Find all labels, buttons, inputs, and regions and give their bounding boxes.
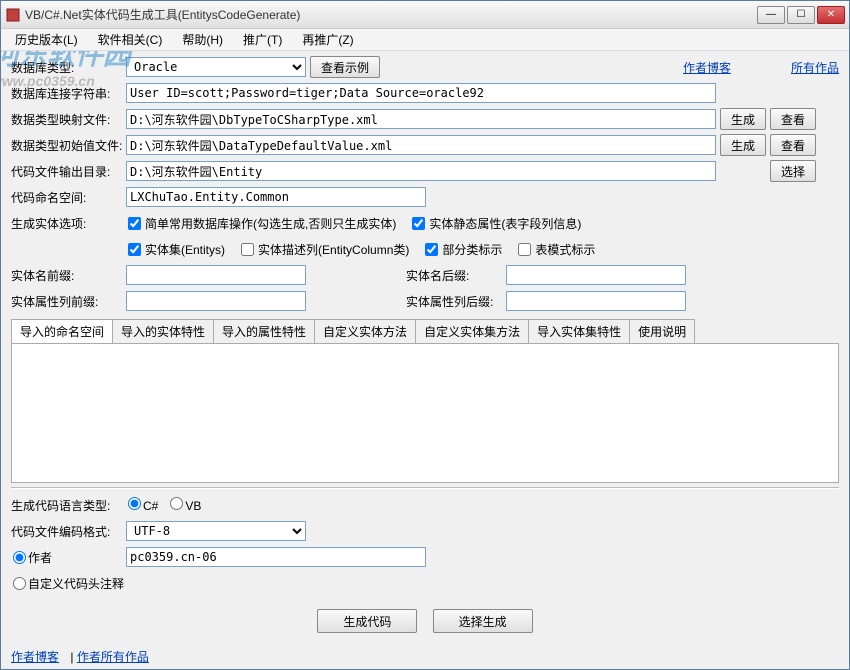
maximize-button[interactable]: ☐ xyxy=(787,6,815,24)
namespace-input[interactable] xyxy=(126,187,426,207)
menu-software[interactable]: 软件相关(C) xyxy=(88,29,173,50)
opt-static-check[interactable] xyxy=(412,217,425,230)
suffix-label: 实体名后缀: xyxy=(406,267,506,284)
opt-partial-check[interactable] xyxy=(425,243,438,256)
tab-entity-method[interactable]: 自定义实体方法 xyxy=(314,319,416,343)
author-option[interactable]: 作者 xyxy=(11,549,126,566)
app-icon xyxy=(5,7,21,23)
opt-table[interactable]: 表模式标示 xyxy=(516,241,595,258)
content-area: 河东软件园 www.pc0359.cn 数据库类型: Oracle 查看示例 作… xyxy=(1,51,849,644)
encoding-select[interactable]: UTF-8 xyxy=(126,521,306,541)
divider xyxy=(11,487,839,489)
opt-db-ops[interactable]: 简单常用数据库操作(勾选生成,否则只生成实体) xyxy=(126,215,396,232)
db-type-label: 数据库类型: xyxy=(11,59,126,76)
minimize-button[interactable]: — xyxy=(757,6,785,24)
footer-allworks-link[interactable]: 作者所有作品 xyxy=(77,650,149,664)
namespace-label: 代码命名空间: xyxy=(11,189,126,206)
generate-code-button[interactable]: 生成代码 xyxy=(317,609,417,633)
close-button[interactable]: ✕ xyxy=(817,6,845,24)
all-works-link[interactable]: 所有作品 xyxy=(791,59,839,76)
type-map-view-button[interactable]: 查看 xyxy=(770,108,816,130)
out-dir-label: 代码文件输出目录: xyxy=(11,163,126,180)
lang-cs[interactable]: C# xyxy=(126,497,158,513)
footer-blog-link[interactable]: 作者博客 xyxy=(11,650,59,664)
tab-prop-attr[interactable]: 导入的属性特性 xyxy=(213,319,315,343)
custom-header-option[interactable]: 自定义代码头注释 xyxy=(11,575,171,592)
col-suffix-label: 实体属性列后缀: xyxy=(406,293,506,310)
menu-help[interactable]: 帮助(H) xyxy=(172,29,233,50)
col-prefix-input[interactable] xyxy=(126,291,306,311)
db-type-select[interactable]: Oracle xyxy=(126,57,306,77)
enc-label: 代码文件编码格式: xyxy=(11,523,126,540)
type-map-label: 数据类型映射文件: xyxy=(11,111,126,128)
type-map-gen-button[interactable]: 生成 xyxy=(720,108,766,130)
init-val-label: 数据类型初始值文件: xyxy=(11,137,126,154)
opt-db-ops-check[interactable] xyxy=(128,217,141,230)
col-prefix-label: 实体属性列前缀: xyxy=(11,293,126,310)
init-val-gen-button[interactable]: 生成 xyxy=(720,134,766,156)
prefix-input[interactable] xyxy=(126,265,306,285)
lang-vb-radio[interactable] xyxy=(170,497,183,510)
tab-entityset-method[interactable]: 自定义实体集方法 xyxy=(415,319,529,343)
menu-history[interactable]: 历史版本(L) xyxy=(5,29,88,50)
lang-cs-radio[interactable] xyxy=(128,497,141,510)
init-val-view-button[interactable]: 查看 xyxy=(770,134,816,156)
menu-repromote[interactable]: 再推广(Z) xyxy=(292,29,363,50)
tab-entityset-attr[interactable]: 导入实体集特性 xyxy=(528,319,630,343)
out-dir-input[interactable] xyxy=(126,161,716,181)
menubar: 历史版本(L) 软件相关(C) 帮助(H) 推广(T) 再推广(Z) xyxy=(1,29,849,51)
footer: 作者博客 | 作者所有作品 xyxy=(1,644,849,669)
gen-opts-label: 生成实体选项: xyxy=(11,215,126,232)
opt-partial[interactable]: 部分类标示 xyxy=(423,241,502,258)
titlebar: VB/C#.Net实体代码生成工具(EntitysCodeGenerate) —… xyxy=(1,1,849,29)
tab-entity-attr[interactable]: 导入的实体特性 xyxy=(112,319,214,343)
opt-static[interactable]: 实体静态属性(表字段列信息) xyxy=(410,215,581,232)
view-sample-button[interactable]: 查看示例 xyxy=(310,56,380,78)
app-window: VB/C#.Net实体代码生成工具(EntitysCodeGenerate) —… xyxy=(0,0,850,670)
lang-label: 生成代码语言类型: xyxy=(11,497,126,514)
author-input[interactable] xyxy=(126,547,426,567)
opt-desc[interactable]: 实体描述列(EntityColumn类) xyxy=(239,241,409,258)
opt-table-check[interactable] xyxy=(518,243,531,256)
lang-vb[interactable]: VB xyxy=(168,497,201,513)
out-dir-select-button[interactable]: 选择 xyxy=(770,160,816,182)
init-val-input[interactable] xyxy=(126,135,716,155)
suffix-input[interactable] xyxy=(506,265,686,285)
tab-bar: 导入的命名空间 导入的实体特性 导入的属性特性 自定义实体方法 自定义实体集方法… xyxy=(11,319,839,343)
prefix-label: 实体名前缀: xyxy=(11,267,126,284)
author-radio[interactable] xyxy=(13,551,26,564)
custom-header-radio[interactable] xyxy=(13,577,26,590)
type-map-input[interactable] xyxy=(126,109,716,129)
conn-str-label: 数据库连接字符串: xyxy=(11,85,126,102)
tab-usage[interactable]: 使用说明 xyxy=(629,319,695,343)
select-generate-button[interactable]: 选择生成 xyxy=(433,609,533,633)
opt-desc-check[interactable] xyxy=(241,243,254,256)
col-suffix-input[interactable] xyxy=(506,291,686,311)
tab-content[interactable] xyxy=(11,343,839,483)
menu-promote[interactable]: 推广(T) xyxy=(233,29,292,50)
author-blog-link[interactable]: 作者博客 xyxy=(683,59,731,76)
conn-str-input[interactable] xyxy=(126,83,716,103)
tab-namespace[interactable]: 导入的命名空间 xyxy=(11,319,113,343)
window-title: VB/C#.Net实体代码生成工具(EntitysCodeGenerate) xyxy=(25,6,757,23)
opt-set-check[interactable] xyxy=(128,243,141,256)
opt-set[interactable]: 实体集(Entitys) xyxy=(126,241,225,258)
